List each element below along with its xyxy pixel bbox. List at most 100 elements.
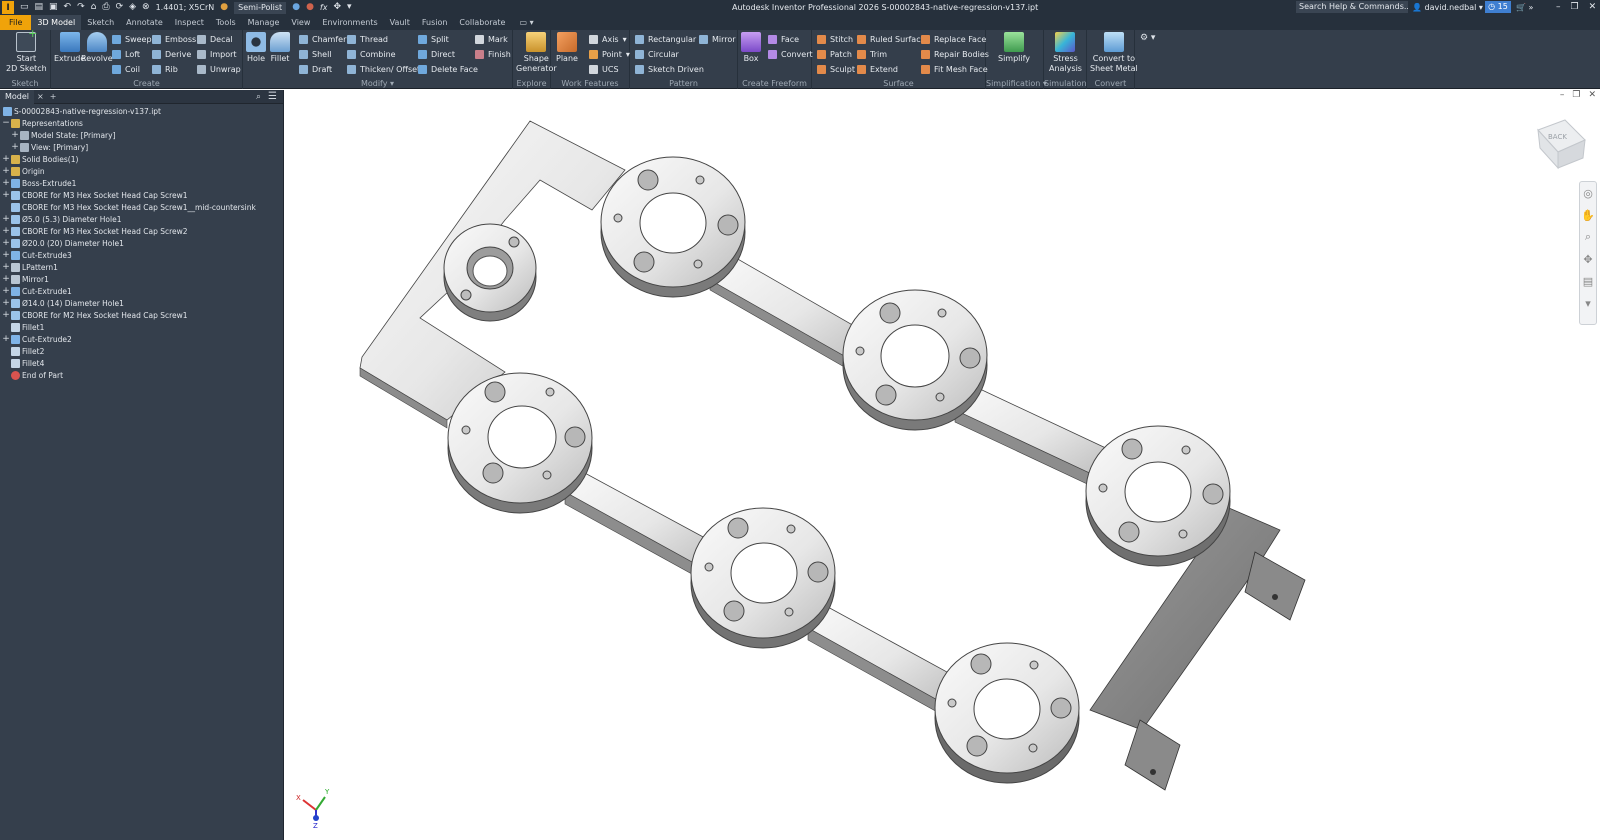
material-dropdown[interactable]: 1.4401; X5CrN [156, 3, 215, 12]
hole-button[interactable]: Hole [246, 32, 266, 64]
sweep-button[interactable]: Sweep [112, 33, 152, 45]
decal-button[interactable]: Decal [197, 33, 233, 45]
expand-icon[interactable]: + [2, 333, 10, 345]
print-icon[interactable]: ⎙ [102, 0, 109, 15]
expand-icon[interactable]: + [2, 309, 10, 321]
pan-icon[interactable]: ✋ [1580, 204, 1596, 226]
expand-icon[interactable]: + [2, 249, 10, 261]
measure-icon[interactable]: ✥ [333, 0, 341, 15]
trim-button[interactable]: Trim [857, 48, 887, 60]
user-menu[interactable]: 👤 david.nedbal ▾ [1412, 0, 1483, 15]
more-icon[interactable]: » [1529, 3, 1534, 12]
delete-face-button[interactable]: Delete Face [418, 63, 478, 75]
tab-manage[interactable]: Manage [242, 15, 286, 30]
rectangular-pattern-button[interactable]: Rectangular [635, 33, 696, 45]
tab-3d-model[interactable]: 3D Model [31, 15, 82, 30]
new-icon[interactable]: ▭ [20, 0, 29, 15]
view-cube[interactable]: BACK [1537, 119, 1586, 170]
plane-button[interactable]: Plane [556, 32, 578, 64]
expand-icon[interactable]: + [11, 141, 19, 153]
help-search-input[interactable]: Search Help & Commands... [1296, 1, 1408, 13]
orbit-icon[interactable]: ✥ [1580, 248, 1596, 270]
minimize-icon[interactable]: – [1556, 0, 1561, 15]
stitch-button[interactable]: Stitch [817, 33, 853, 45]
repair-bodies-button[interactable]: Repair Bodies [921, 48, 989, 60]
tree-node-feature[interactable]: + CBORE for M3 Hex Socket Head Cap Screw2 [2, 225, 187, 237]
appearance-dropdown[interactable]: Semi-Polist [234, 1, 287, 14]
combine-button[interactable]: Combine [347, 48, 396, 60]
thread-button[interactable]: Thread [347, 33, 388, 45]
box-button[interactable]: Box [741, 32, 761, 64]
tree-node-feature[interactable]: + Cut-Extrude3 [2, 249, 72, 261]
tree-node-end-of-part[interactable]: End of Part [2, 369, 63, 381]
stress-analysis-button[interactable]: Stress Analysis [1049, 32, 1082, 74]
tab-sketch[interactable]: Sketch [81, 15, 120, 30]
tree-node-feature[interactable]: + Ø20.0 (20) Diameter Hole1 [2, 237, 124, 249]
tree-node-feature[interactable]: + LPattern1 [2, 261, 58, 273]
tree-node-feature[interactable]: + Cut-Extrude1 [2, 285, 72, 297]
add-tab-icon[interactable]: + [47, 92, 60, 101]
adjust-icon[interactable]: ● [306, 0, 314, 15]
parameters-button[interactable]: fx [320, 3, 328, 12]
chamfer-button[interactable]: Chamfer [299, 33, 346, 45]
face-button[interactable]: Face [768, 33, 799, 45]
cart-icon[interactable]: 🛒 [1516, 3, 1526, 12]
thicken-offset-button[interactable]: Thicken/ Offset [347, 63, 420, 75]
tree-node-part[interactable]: S-00002843-native-regression-v137.ipt [2, 105, 161, 117]
fillet-button[interactable]: Fillet [270, 32, 290, 64]
unwrap-button[interactable]: Unwrap [197, 63, 241, 75]
stop-icon[interactable]: ⊗ [142, 0, 150, 15]
tab-view[interactable]: View [285, 15, 316, 30]
derive-button[interactable]: Derive [152, 48, 191, 60]
expand-icon[interactable]: + [11, 129, 19, 141]
tab-collaborate[interactable]: Collaborate [453, 15, 511, 30]
look-at-icon[interactable]: ▤ [1580, 270, 1596, 292]
expand-icon[interactable]: + [2, 285, 10, 297]
tab-model[interactable]: Model [0, 89, 35, 104]
mirror-button[interactable]: Mirror [699, 33, 736, 45]
close-icon[interactable]: ✕ [1589, 0, 1597, 15]
update-icon[interactable]: ⟳ [116, 0, 124, 15]
tree-node-representations[interactable]: − Representations [2, 117, 83, 129]
start-2d-sketch-button[interactable]: + Start 2D Sketch [6, 28, 47, 74]
direct-button[interactable]: Direct [418, 48, 455, 60]
extend-button[interactable]: Extend [857, 63, 898, 75]
convert-freeform-button[interactable]: Convert [768, 48, 813, 60]
customize-icon[interactable]: ▾ [347, 0, 352, 15]
tree-node-feature[interactable]: + CBORE for M3 Hex Socket Head Cap Screw1 [2, 189, 187, 201]
expand-icon[interactable]: + [2, 297, 10, 309]
tree-node-feature[interactable]: + Cut-Extrude2 [2, 333, 72, 345]
circular-pattern-button[interactable]: Circular [635, 48, 679, 60]
patch-button[interactable]: Patch [817, 48, 852, 60]
collapse-icon[interactable]: − [2, 117, 10, 129]
tree-node-feature[interactable]: + CBORE for M2 Hex Socket Head Cap Screw1 [2, 309, 187, 321]
finish-button[interactable]: Finish [475, 48, 511, 60]
tree-node-feature[interactable]: CBORE for M3 Hex Socket Head Cap Screw1_… [2, 201, 256, 213]
emboss-button[interactable]: Emboss [152, 33, 196, 45]
expand-icon[interactable]: + [2, 237, 10, 249]
app-logo[interactable]: I [2, 1, 14, 14]
tree-node-origin[interactable]: + Origin [2, 165, 44, 177]
ribbon-options-icon[interactable]: ⚙ ▾ [1140, 33, 1155, 43]
mark-button[interactable]: Mark [475, 33, 508, 45]
rib-button[interactable]: Rib [152, 63, 178, 75]
expand-icon[interactable]: + [2, 273, 10, 285]
tab-environments[interactable]: Environments [316, 15, 383, 30]
ribbon-toggle-icon[interactable]: ▭ ▾ [519, 18, 533, 27]
replace-face-button[interactable]: Replace Face [921, 33, 986, 45]
sculpt-button[interactable]: Sculpt [817, 63, 855, 75]
import-button[interactable]: Import [197, 48, 237, 60]
steering-wheel-icon[interactable]: ◎ [1580, 182, 1596, 204]
zoom-icon[interactable]: ⌕ [1580, 226, 1596, 248]
tab-annotate[interactable]: Annotate [120, 15, 169, 30]
draft-button[interactable]: Draft [299, 63, 332, 75]
hamburger-menu-icon[interactable]: ☰ [268, 91, 277, 102]
select-icon[interactable]: ◈ [129, 0, 136, 15]
shell-button[interactable]: Shell [299, 48, 332, 60]
clear-appearance-icon[interactable]: ● [292, 0, 300, 15]
tree-node-feature[interactable]: + Ø14.0 (14) Diameter Hole1 [2, 297, 124, 309]
tree-node-feature[interactable]: + Ø5.0 (5.3) Diameter Hole1 [2, 213, 121, 225]
tree-node-view[interactable]: + View: [Primary] [11, 141, 88, 153]
tab-vault[interactable]: Vault [384, 15, 416, 30]
ruled-surface-button[interactable]: Ruled Surface [857, 33, 926, 45]
